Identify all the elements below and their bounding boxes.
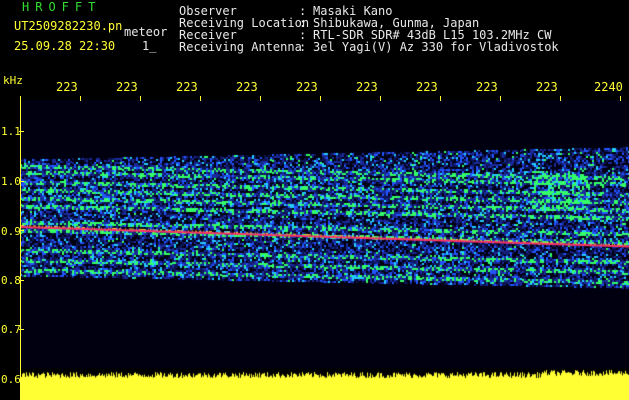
antenna-sep: :: [299, 40, 307, 54]
x-tick-label: 223: [356, 80, 378, 94]
x-tick-label: 223: [296, 80, 318, 94]
datetime-label: 25.09.28 22:30: [14, 39, 116, 53]
antenna-value: 3el Yagi(V) Az 330 for Vladivostok: [313, 40, 559, 54]
app-brand: HROFFT: [22, 0, 102, 14]
x-tick-mark: [200, 96, 201, 101]
y-tick-mark: [19, 379, 24, 380]
x-tick-label: 223: [56, 80, 78, 94]
y-tick-label: 0.6: [1, 373, 21, 386]
x-tick-label: 223: [116, 80, 138, 94]
y-tick-label: 0.7: [1, 323, 21, 336]
y-tick-mark: [19, 131, 24, 132]
x-tick-label: 223: [536, 80, 558, 94]
spectrogram: [20, 100, 629, 375]
x-tick-label: 223: [236, 80, 258, 94]
x-tick-mark: [560, 96, 561, 101]
filename-label: UT2509282230.pn: [14, 19, 123, 33]
y-tick-label: 0.9: [1, 225, 21, 238]
y-tick-mark: [19, 230, 24, 231]
x-tick-label: 223: [416, 80, 438, 94]
y-unit-label: kHz: [3, 74, 23, 87]
x-tick-mark: [440, 96, 441, 101]
meteor-label: meteor: [124, 25, 168, 39]
x-tick-mark: [140, 96, 141, 101]
index-label: 1_: [142, 39, 157, 53]
y-tick-label: 0.8: [1, 274, 21, 287]
x-tick-mark: [80, 96, 81, 101]
x-tick-mark: [320, 96, 321, 101]
y-tick-mark: [19, 181, 24, 182]
x-tick-label: 223: [176, 80, 198, 94]
x-tick-mark: [620, 96, 621, 101]
amplitude-strip: [20, 368, 629, 400]
x-tick-label: 223: [476, 80, 498, 94]
y-tick-mark: [19, 280, 24, 281]
x-tick-mark: [260, 96, 261, 101]
antenna-label: Receiving Antenna: [179, 40, 302, 54]
x-tick-mark: [500, 96, 501, 101]
y-tick-mark: [19, 329, 24, 330]
x-tick-mark: [380, 96, 381, 101]
x-tick-label: 2240: [594, 80, 623, 94]
y-tick-label: 1.0: [1, 175, 21, 188]
y-tick-label: 1.1: [1, 125, 21, 138]
y-axis-line: [20, 96, 21, 400]
